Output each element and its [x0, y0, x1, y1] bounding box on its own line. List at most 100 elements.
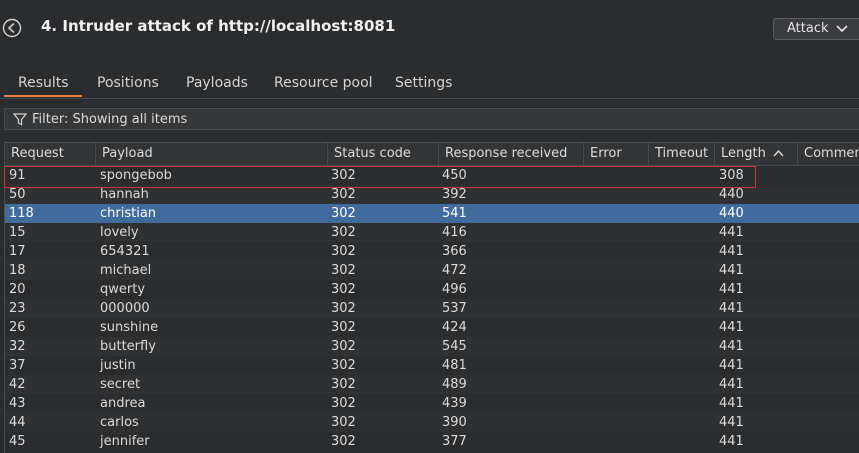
title-bar: 4. Intruder attack of http://localhost:8… — [0, 0, 859, 60]
column-header-status-code[interactable]: Status code — [328, 143, 439, 165]
tab-bar: Results Positions Payloads Resource pool… — [0, 72, 859, 99]
cell-request: 32 — [9, 339, 26, 354]
tab-positions[interactable]: Positions — [97, 75, 159, 91]
filter-bar[interactable]: Filter: Showing all items — [4, 108, 859, 130]
cell-response-received: 366 — [442, 244, 467, 259]
table-row[interactable]: 26 sunshine 302 424 441 — [5, 318, 859, 337]
cell-request: 37 — [9, 358, 26, 373]
results-table: Request Payload Status code Response rec… — [4, 142, 859, 453]
column-header-response-received[interactable]: Response received — [439, 143, 584, 165]
cell-status-code: 302 — [331, 434, 356, 449]
column-header-length[interactable]: Length — [715, 143, 798, 165]
filter-text: Filter: Showing all items — [32, 112, 188, 127]
window-title: 4. Intruder attack of http://localhost:8… — [41, 17, 396, 35]
column-header-timeout[interactable]: Timeout — [649, 143, 715, 165]
cell-length: 441 — [719, 415, 744, 430]
cell-response-received: 424 — [442, 320, 467, 335]
cell-payload: 000000 — [100, 301, 150, 316]
cell-response-received: 496 — [442, 282, 467, 297]
cell-request: 23 — [9, 301, 26, 316]
tab-payloads[interactable]: Payloads — [186, 75, 248, 91]
cell-payload: sunshine — [100, 320, 159, 335]
cell-payload: justin — [100, 358, 136, 373]
cell-status-code: 302 — [331, 168, 356, 183]
cell-length: 441 — [719, 320, 744, 335]
cell-response-received: 541 — [442, 206, 467, 221]
cell-payload: andrea — [100, 396, 146, 411]
table-row[interactable]: 32 butterfly 302 545 441 — [5, 337, 859, 356]
cell-status-code: 302 — [331, 320, 356, 335]
cell-request: 44 — [9, 415, 26, 430]
table-row[interactable]: 17 654321 302 366 441 — [5, 242, 859, 261]
attack-button[interactable]: Attack — [773, 18, 859, 40]
cell-response-received: 416 — [442, 225, 467, 240]
cell-status-code: 302 — [331, 358, 356, 373]
table-row[interactable]: 43 andrea 302 439 441 — [5, 394, 859, 413]
cell-response-received: 392 — [442, 187, 467, 202]
column-header-payload[interactable]: Payload — [96, 143, 328, 165]
cell-payload: qwerty — [100, 282, 146, 297]
cell-length: 441 — [719, 358, 744, 373]
sort-ascending-icon — [773, 149, 784, 157]
cell-request: 118 — [9, 206, 34, 221]
cell-status-code: 302 — [331, 415, 356, 430]
cell-length: 440 — [719, 187, 744, 202]
cell-payload: jennifer — [100, 434, 150, 449]
cell-response-received: 481 — [442, 358, 467, 373]
cell-payload: hannah — [100, 187, 149, 202]
table-row[interactable]: 20 qwerty 302 496 441 — [5, 280, 859, 299]
cell-response-received: 377 — [442, 434, 467, 449]
cell-request: 43 — [9, 396, 26, 411]
cell-length: 441 — [719, 263, 744, 278]
tab-settings[interactable]: Settings — [395, 75, 452, 91]
cell-request: 20 — [9, 282, 26, 297]
back-arrow-icon[interactable] — [2, 18, 22, 38]
cell-length: 308 — [719, 168, 744, 183]
cell-payload: secret — [100, 377, 141, 392]
cell-status-code: 302 — [331, 187, 356, 202]
column-header-comment[interactable]: Comment — [798, 143, 859, 165]
tab-results[interactable]: Results — [18, 75, 69, 91]
table-row[interactable]: 45 jennifer 302 377 441 — [5, 432, 859, 451]
active-tab-indicator — [4, 95, 82, 97]
column-header-request[interactable]: Request — [5, 143, 96, 165]
cell-request: 15 — [9, 225, 26, 240]
table-row[interactable]: 37 justin 302 481 441 — [5, 356, 859, 375]
table-row[interactable]: 50 hannah 302 392 440 — [5, 185, 859, 204]
cell-status-code: 302 — [331, 377, 356, 392]
cell-length: 441 — [719, 434, 744, 449]
cell-payload: 654321 — [100, 244, 150, 259]
tab-resource-pool[interactable]: Resource pool — [274, 75, 373, 91]
cell-response-received: 537 — [442, 301, 467, 316]
cell-response-received: 489 — [442, 377, 467, 392]
cell-request: 45 — [9, 434, 26, 449]
cell-length: 441 — [719, 225, 744, 240]
cell-response-received: 472 — [442, 263, 467, 278]
cell-payload: spongebob — [100, 168, 172, 183]
table-row[interactable]: 118 christian 302 541 440 — [5, 204, 859, 223]
cell-request: 50 — [9, 187, 26, 202]
table-row[interactable]: 18 michael 302 472 441 — [5, 261, 859, 280]
cell-request: 26 — [9, 320, 26, 335]
table-row[interactable]: 91 spongebob 302 450 308 — [5, 166, 859, 185]
cell-payload: michael — [100, 263, 152, 278]
cell-length: 441 — [719, 377, 744, 392]
cell-length: 441 — [719, 396, 744, 411]
cell-length: 441 — [719, 339, 744, 354]
table-row[interactable]: 44 carlos 302 390 441 — [5, 413, 859, 432]
cell-request: 91 — [9, 168, 26, 183]
column-header-error[interactable]: Error — [584, 143, 649, 165]
cell-status-code: 302 — [331, 301, 356, 316]
cell-status-code: 302 — [331, 225, 356, 240]
cell-status-code: 302 — [331, 282, 356, 297]
cell-request: 42 — [9, 377, 26, 392]
cell-payload: carlos — [100, 415, 139, 430]
cell-payload: lovely — [100, 225, 139, 240]
table-row[interactable]: 23 000000 302 537 441 — [5, 299, 859, 318]
cell-request: 18 — [9, 263, 26, 278]
table-row[interactable]: 42 secret 302 489 441 — [5, 375, 859, 394]
cell-status-code: 302 — [331, 396, 356, 411]
cell-length: 441 — [719, 244, 744, 259]
cell-status-code: 302 — [331, 244, 356, 259]
table-row[interactable]: 15 lovely 302 416 441 — [5, 223, 859, 242]
